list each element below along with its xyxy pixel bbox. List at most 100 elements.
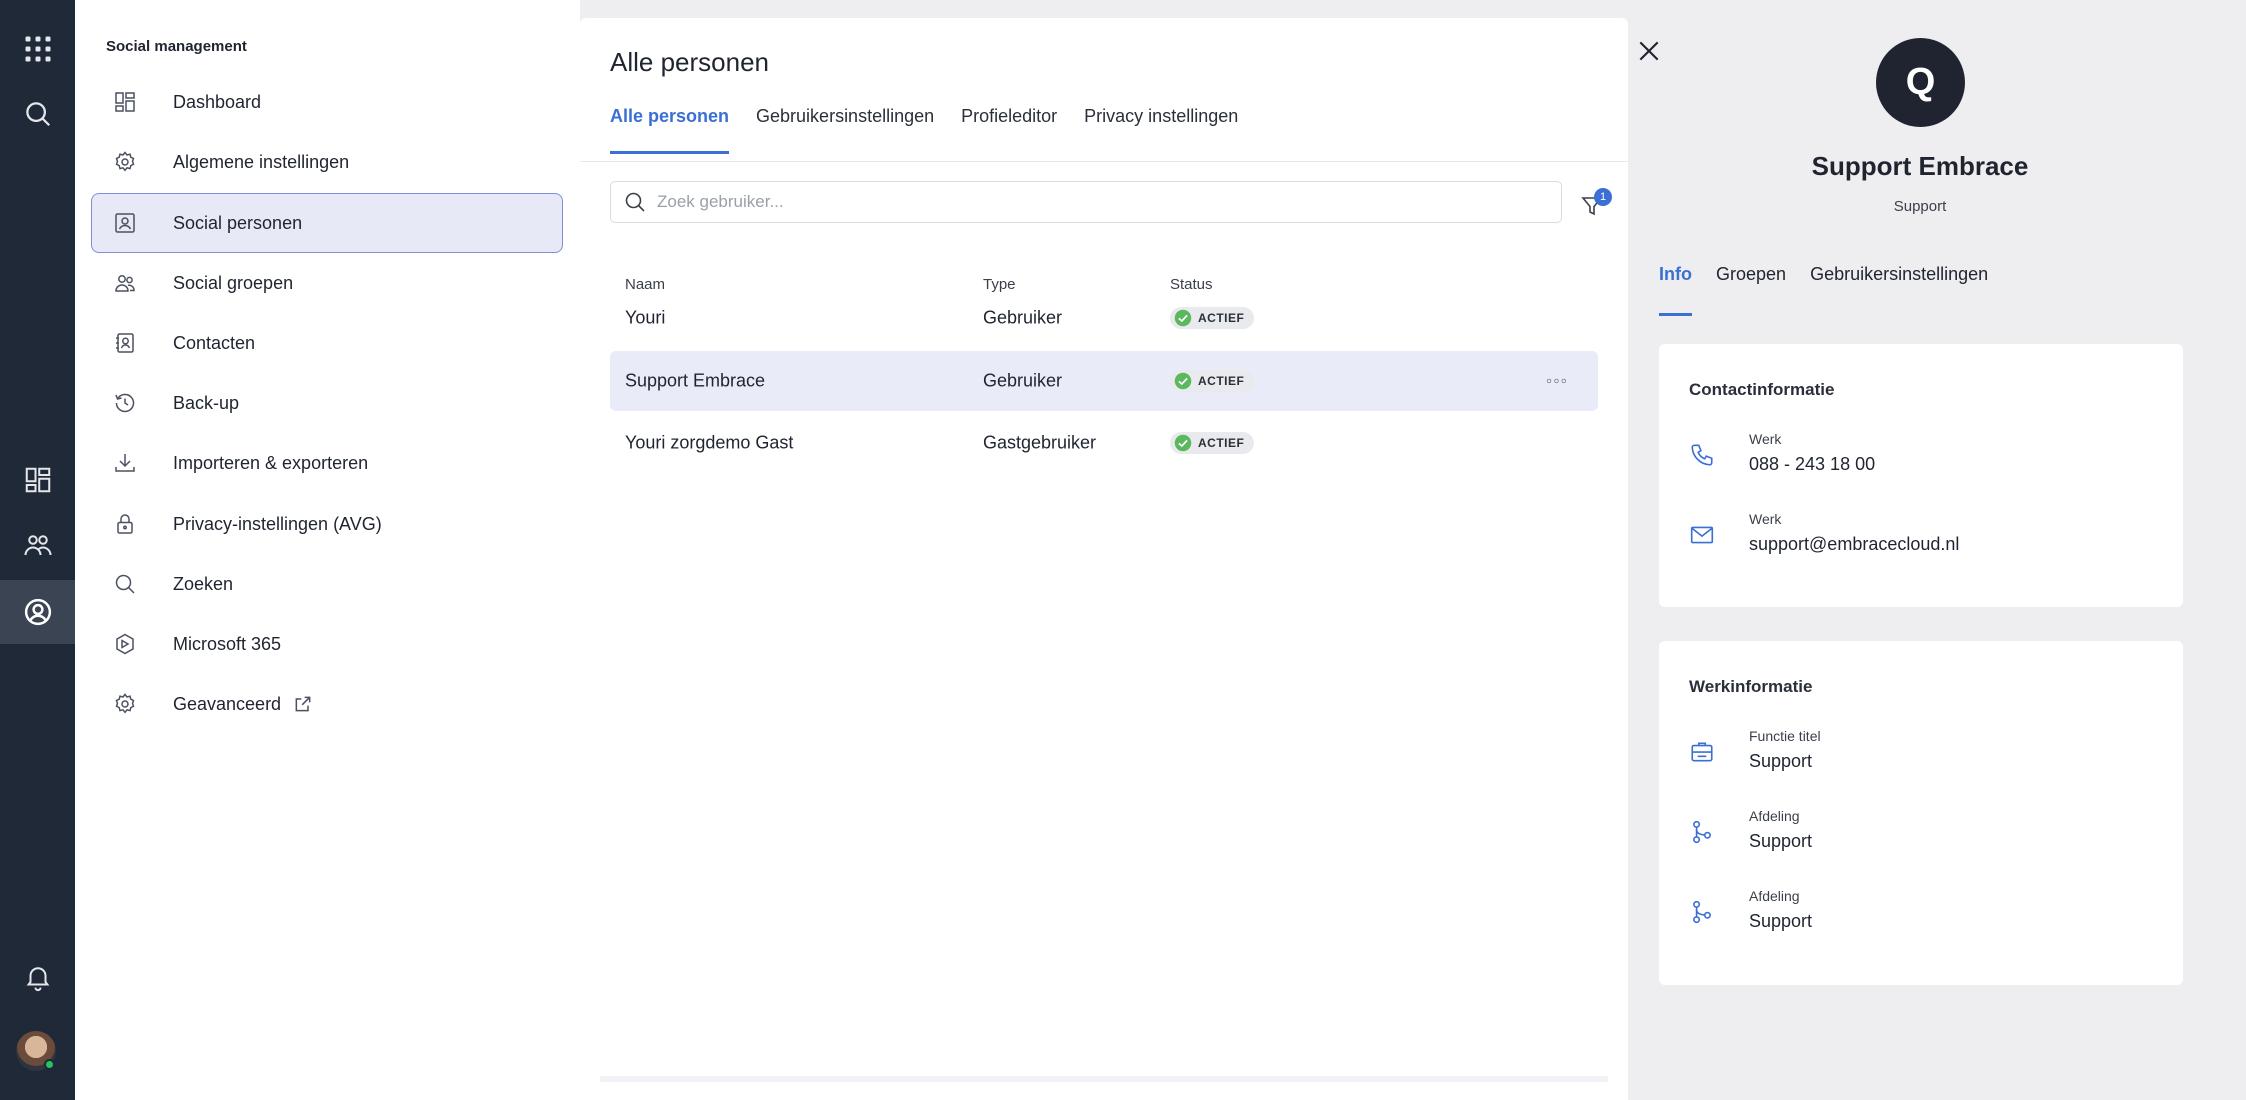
group-icon (115, 275, 135, 292)
persons-panel: Alle personen Alle personen Gebruikersin… (580, 18, 1628, 1100)
tab-user-settings[interactable]: Gebruikersinstellingen (1810, 264, 1988, 316)
social-persons-icon[interactable] (0, 580, 75, 644)
close-button[interactable] (1636, 38, 1662, 64)
contact-item: Werk 088 - 243 18 00 (1689, 425, 2159, 485)
people-icon[interactable] (0, 513, 75, 577)
m365-icon (116, 633, 134, 655)
tab-info[interactable]: Info (1659, 264, 1692, 316)
work-item: Functie titel Support (1689, 722, 2159, 782)
dashboard-icon[interactable] (0, 448, 75, 512)
filter-count-badge: 1 (1594, 188, 1612, 206)
side-menu: Social management Dashboard Algemene ins… (75, 0, 580, 1100)
bell-icon[interactable] (0, 945, 75, 1009)
search-input[interactable] (657, 192, 1537, 212)
table-row[interactable]: Support Embrace Gebruiker ACTIEF ◦◦◦ (610, 351, 1598, 411)
close-icon (1639, 41, 1659, 61)
tab-groups[interactable]: Groepen (1716, 264, 1786, 316)
sidebar-item-dashboard[interactable]: Dashboard (91, 72, 563, 132)
work-info-card: Werkinformatie Functie titel Support Afd… (1659, 641, 2183, 985)
card-title: Contactinformatie (1689, 380, 1835, 399)
sidebar-item-contacts[interactable]: Contacten (91, 313, 563, 373)
info-label: Afdeling (1749, 888, 1800, 904)
sidebar-item-microsoft-365[interactable]: Microsoft 365 (91, 614, 563, 674)
tab-profile-editor[interactable]: Profieleditor (961, 106, 1057, 154)
tab-user-settings[interactable]: Gebruikersinstellingen (756, 106, 934, 154)
info-value: Support (1749, 911, 1813, 931)
table-row[interactable]: Youri zorgdemo Gast Gastgebruiker ACTIEF (610, 413, 1598, 473)
search-icon (115, 574, 135, 594)
online-status-dot (44, 1059, 55, 1070)
sidebar-item-label: Dashboard (173, 91, 262, 112)
profile-avatar: Q (1876, 38, 1965, 127)
gear-icon (115, 151, 135, 172)
sidebar-item-label: Zoeken (173, 573, 234, 594)
sidebar-item-social-persons[interactable]: Social personen (91, 193, 563, 253)
apps-icon[interactable] (0, 17, 75, 81)
check-circle-icon (1174, 309, 1192, 327)
sidebar-item-advanced[interactable]: Geavanceerd (91, 674, 563, 734)
tab-bar: Alle personen Gebruikersinstellingen Pro… (610, 106, 1265, 154)
status-badge: ACTIEF (1170, 432, 1255, 454)
sidebar-item-backup[interactable]: Back-up (91, 373, 563, 433)
lock-icon (117, 514, 133, 534)
work-item: Afdeling Support (1689, 802, 2159, 862)
row-type: Gebruiker (983, 307, 1063, 328)
tab-privacy-settings[interactable]: Privacy instellingen (1084, 106, 1238, 154)
row-type: Gastgebruiker (983, 432, 1097, 453)
table-row[interactable]: Youri Gebruiker ACTIEF (610, 288, 1598, 348)
sidebar-item-label: Back-up (173, 392, 240, 413)
info-label: Afdeling (1749, 808, 1800, 824)
contact-item: Werk support@embracecloud.nl (1689, 505, 2159, 565)
contacts-icon (116, 333, 134, 353)
gear-icon (115, 693, 135, 714)
sidebar-item-label: Contacten (173, 332, 256, 353)
sidebar-item-label: Geavanceerd (173, 693, 282, 714)
sidebar-item-privacy-settings[interactable]: Privacy-instellingen (AVG) (91, 494, 563, 554)
info-label: Functie titel (1749, 728, 1821, 744)
filter-button[interactable]: 1 (1580, 188, 1612, 218)
person-card-icon (115, 213, 135, 233)
row-name: Youri (625, 307, 666, 328)
download-icon (115, 454, 135, 472)
info-value: Support (1749, 831, 1813, 851)
work-item: Afdeling Support (1689, 882, 2159, 942)
search-icon[interactable] (0, 82, 75, 146)
sidebar-item-search[interactable]: Zoeken (91, 554, 563, 614)
app-rail (0, 0, 75, 1100)
tab-divider (580, 161, 1628, 162)
phone-icon (1691, 444, 1713, 466)
sidebar-item-label: Microsoft 365 (173, 633, 282, 654)
search-icon (625, 192, 645, 212)
info-label: Werk (1749, 511, 1782, 527)
profile-subtitle: Support (1893, 198, 1947, 215)
profile-name: Support Embrace (1811, 151, 2029, 181)
sidebar-item-label: Social groepen (173, 272, 294, 293)
email-value[interactable]: support@embracecloud.nl (1749, 534, 1959, 555)
briefcase-icon (1691, 742, 1713, 762)
mail-icon (1690, 526, 1714, 544)
department-icon (1693, 900, 1711, 924)
sidebar-item-social-groups[interactable]: Social groepen (91, 253, 563, 313)
sidebar-item-label: Social personen (173, 212, 303, 233)
more-options-icon[interactable]: ◦◦◦ (1546, 371, 1568, 392)
profile-tab-bar: Info Groepen Gebruikersinstellingen (1659, 264, 2012, 316)
tab-all-persons[interactable]: Alle personen (610, 106, 730, 154)
status-badge: ACTIEF (1170, 370, 1255, 392)
search-box[interactable] (610, 181, 1562, 223)
side-menu-title: Social management (106, 38, 247, 55)
status-text: ACTIEF (1198, 311, 1245, 325)
info-value: Support (1749, 751, 1813, 771)
sidebar-item-label: Privacy-instellingen (AVG) (173, 513, 382, 534)
card-title: Werkinformatie (1689, 677, 1813, 696)
sidebar-item-label: Algemene instellingen (173, 151, 350, 172)
panel-footer-strip (600, 1076, 1608, 1082)
history-icon (115, 393, 135, 413)
page-title: Alle personen (610, 47, 769, 77)
phone-value[interactable]: 088 - 243 18 00 (1749, 454, 1875, 475)
status-text: ACTIEF (1198, 436, 1245, 450)
row-type: Gebruiker (983, 370, 1063, 391)
sidebar-item-import-export[interactable]: Importeren & exporteren (91, 433, 563, 493)
contact-info-card: Contactinformatie Werk 088 - 243 18 00 W… (1659, 344, 2183, 607)
sidebar-item-general-settings[interactable]: Algemene instellingen (91, 132, 563, 192)
external-link-icon (295, 696, 311, 712)
